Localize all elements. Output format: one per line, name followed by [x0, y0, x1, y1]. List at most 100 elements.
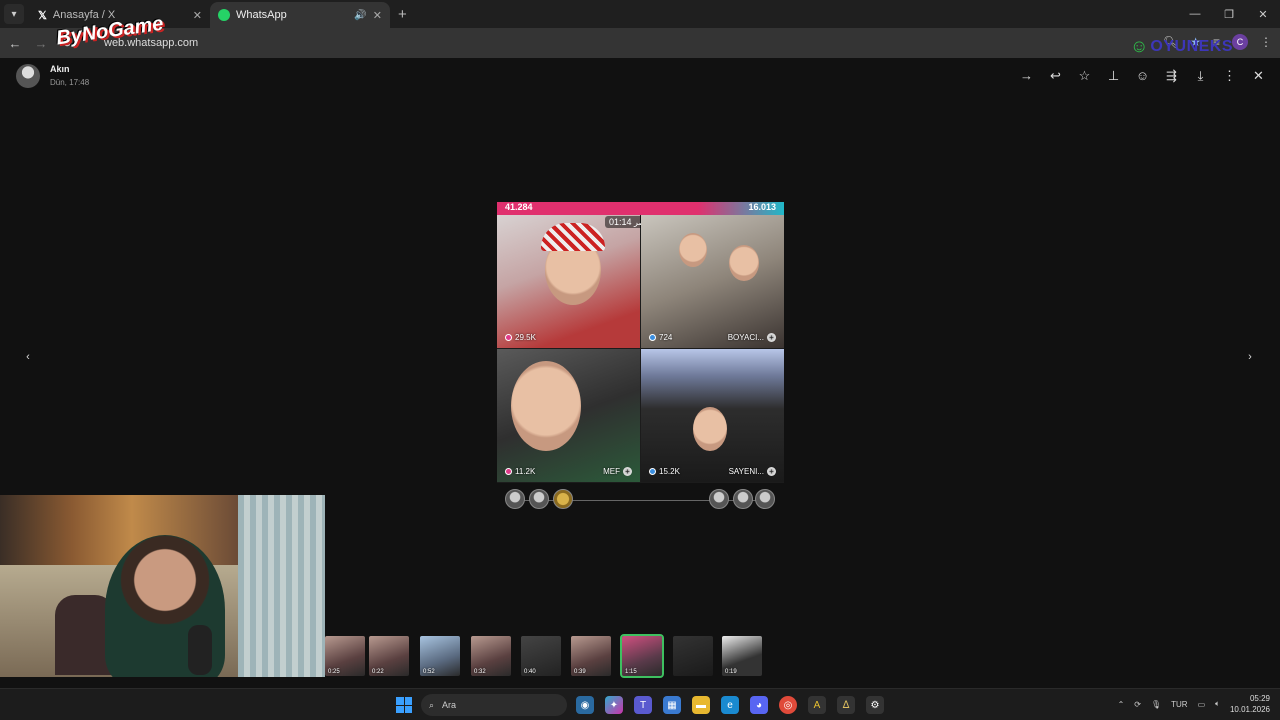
score-left: 41.284 [505, 202, 533, 212]
window-controls: — ❐ ✕ [1178, 0, 1280, 28]
message-timestamp: Dün, 17:48 [50, 78, 90, 87]
more-icon[interactable]: ⋮ [1222, 68, 1237, 84]
stream-cell-3: 11.2K MEF + [497, 349, 640, 482]
profile-avatar[interactable]: C [1232, 34, 1248, 50]
file-explorer-icon[interactable]: ▬ [692, 696, 710, 714]
cell-name: MEF + [603, 467, 632, 476]
stream-cell-2: 724 BOYACI... + [641, 215, 784, 348]
media-thumbnail[interactable]: 0:25 [325, 636, 365, 676]
clock[interactable]: 05:29 10.01.2026 [1230, 693, 1270, 715]
battle-score-bar: 41.284 16.013 [497, 202, 784, 215]
copilot-icon[interactable]: ✦ [605, 696, 623, 714]
gift-icon [649, 334, 656, 341]
forward-icon[interactable]: → [1019, 68, 1034, 84]
app-a-icon[interactable]: A [808, 696, 826, 714]
cell-name: SAYENI... + [729, 467, 776, 476]
media-thumbnail[interactable]: 0:52 [420, 636, 460, 676]
stream-cell-4: 15.2K SAYENI... + [641, 349, 784, 482]
close-icon[interactable]: ✕ [1251, 68, 1266, 84]
chevron-up-icon[interactable]: ⌃ [1118, 700, 1125, 709]
viewer-avatar [733, 489, 753, 509]
tab-title: WhatsApp [236, 9, 287, 21]
search-icon: ⌕ [429, 699, 435, 710]
new-tab-button[interactable]: + [398, 6, 407, 23]
task-view-icon[interactable]: ◉ [576, 696, 594, 714]
volume-icon[interactable]: 🔈︎ [1215, 699, 1220, 709]
sender-avatar[interactable] [16, 64, 40, 88]
viewer-avatar [755, 489, 775, 509]
cell-stat: 11.2K [505, 467, 535, 476]
media-thumbnail[interactable] [673, 636, 713, 676]
star-icon[interactable]: ☆ [1077, 68, 1092, 84]
download-icon[interactable]: ⤓ [1193, 68, 1208, 84]
whatsapp-icon [218, 9, 230, 21]
follow-plus-icon[interactable]: + [767, 467, 776, 476]
language-indicator[interactable]: TUR [1171, 700, 1187, 709]
media-thumbnail-strip: 0:25 0:22 0:52 0:32 0:40 0:39 1:15 0:19 [325, 630, 1280, 680]
viewer-avatar [529, 489, 549, 509]
close-icon[interactable]: ✕ [193, 9, 202, 22]
game-launcher-icon[interactable]: ᐃ [837, 696, 855, 714]
tab-whatsapp[interactable]: WhatsApp 🔊 ✕ [210, 2, 390, 28]
reply-icon[interactable]: ↩ [1048, 68, 1063, 84]
media-thumbnail[interactable]: 0:19 [722, 636, 762, 676]
taskbar-apps: ◉ ✦ T ▦ ▬ e ◕ ◎ A ᐃ ⚙ [576, 696, 884, 714]
gift-icon [505, 334, 512, 341]
cell-stat: 29.5K [505, 333, 536, 342]
speaker-icon[interactable]: 🔊 [354, 10, 366, 21]
browser-toolbar: ← → ↻ web.whatsapp.com 🔍︎ ★ ≡ C ⋮ [0, 28, 1280, 58]
media-viewer-header: Akın Dün, 17:48 → ↩ ☆ ⊥ ☺ ⇶ ⤓ ⋮ ✕ [0, 58, 1280, 98]
emoji-icon[interactable]: ☺ [1135, 68, 1150, 84]
follow-plus-icon[interactable]: + [623, 467, 632, 476]
settings-gear-icon[interactable]: ⚙ [866, 696, 884, 714]
previous-media-icon[interactable]: ‹ [20, 351, 36, 367]
media-thumbnail[interactable]: 0:22 [369, 636, 409, 676]
webcam-overlay [0, 495, 325, 677]
cell-name: BOYACI... + [728, 333, 776, 342]
menu-icon[interactable]: ⋮ [1260, 35, 1272, 49]
score-right: 16.013 [748, 202, 776, 212]
minimize-icon[interactable]: — [1178, 0, 1212, 28]
discord-icon[interactable]: ◕ [750, 696, 768, 714]
media-thumbnail[interactable]: 0:32 [471, 636, 511, 676]
network-icon[interactable]: ▭ [1198, 700, 1206, 709]
forward-icon[interactable]: → [30, 36, 52, 51]
share-icon[interactable]: ⇶ [1164, 68, 1179, 84]
microphone-tray-icon[interactable]: 🎙︎ [1151, 700, 1161, 709]
microphone-icon [188, 625, 212, 675]
tab-bar: ▾ 𝕏 Anasayfa / X ✕ WhatsApp 🔊 ✕ + — ❐ ✕ [0, 0, 1280, 28]
close-icon[interactable]: ✕ [373, 9, 382, 22]
system-tray: ⌃ ⟳ 🎙︎ TUR ▭ 🔈︎ 05:29 10.01.2026 [1118, 693, 1270, 715]
store-icon[interactable]: ▦ [663, 696, 681, 714]
next-media-icon[interactable]: › [1242, 351, 1258, 367]
viewer-avatar [709, 489, 729, 509]
sender-name: Akın [50, 64, 70, 74]
taskbar: ⌕ Ara ◉ ✦ T ▦ ▬ e ◕ ◎ A ᐃ ⚙ ⌃ ⟳ 🎙︎ TUR ▭… [0, 688, 1280, 720]
cell-stat: 15.2K [649, 467, 680, 476]
back-icon[interactable]: ← [4, 36, 26, 51]
pin-icon[interactable]: ⊥ [1106, 68, 1121, 84]
stream-cell-1: 29.5K [497, 215, 640, 348]
oyuneks-logo: ☺ OYUNEKS [1130, 36, 1234, 56]
gift-icon [505, 468, 512, 475]
restore-icon[interactable]: ❐ [1212, 0, 1246, 28]
tab-search-button[interactable]: ▾ [4, 4, 24, 24]
media-thumbnail[interactable]: 0:39 [571, 636, 611, 676]
media-thumbnail-selected[interactable]: 1:15 [620, 634, 664, 678]
cell-stat: 724 [649, 333, 672, 342]
windows-start-icon[interactable] [396, 697, 412, 713]
x-logo-icon: 𝕏 [38, 9, 47, 22]
media-thumbnail[interactable]: 0:40 [521, 636, 561, 676]
close-window-icon[interactable]: ✕ [1246, 0, 1280, 28]
viewer-avatar [505, 489, 525, 509]
chrome-icon[interactable]: ◎ [779, 696, 797, 714]
mascot-icon: ☺ [1130, 36, 1149, 56]
taskbar-search[interactable]: ⌕ Ara [421, 694, 567, 716]
video-player[interactable]: 41.284 16.013 29.5K 01:14 جولة النصر 724… [497, 202, 784, 518]
top-viewers-row [497, 483, 784, 518]
follow-plus-icon[interactable]: + [767, 333, 776, 342]
sync-icon[interactable]: ⟳ [1134, 700, 1141, 709]
edge-icon[interactable]: e [721, 696, 739, 714]
media-actions: → ↩ ☆ ⊥ ☺ ⇶ ⤓ ⋮ ✕ [1019, 68, 1266, 84]
teams-icon[interactable]: T [634, 696, 652, 714]
